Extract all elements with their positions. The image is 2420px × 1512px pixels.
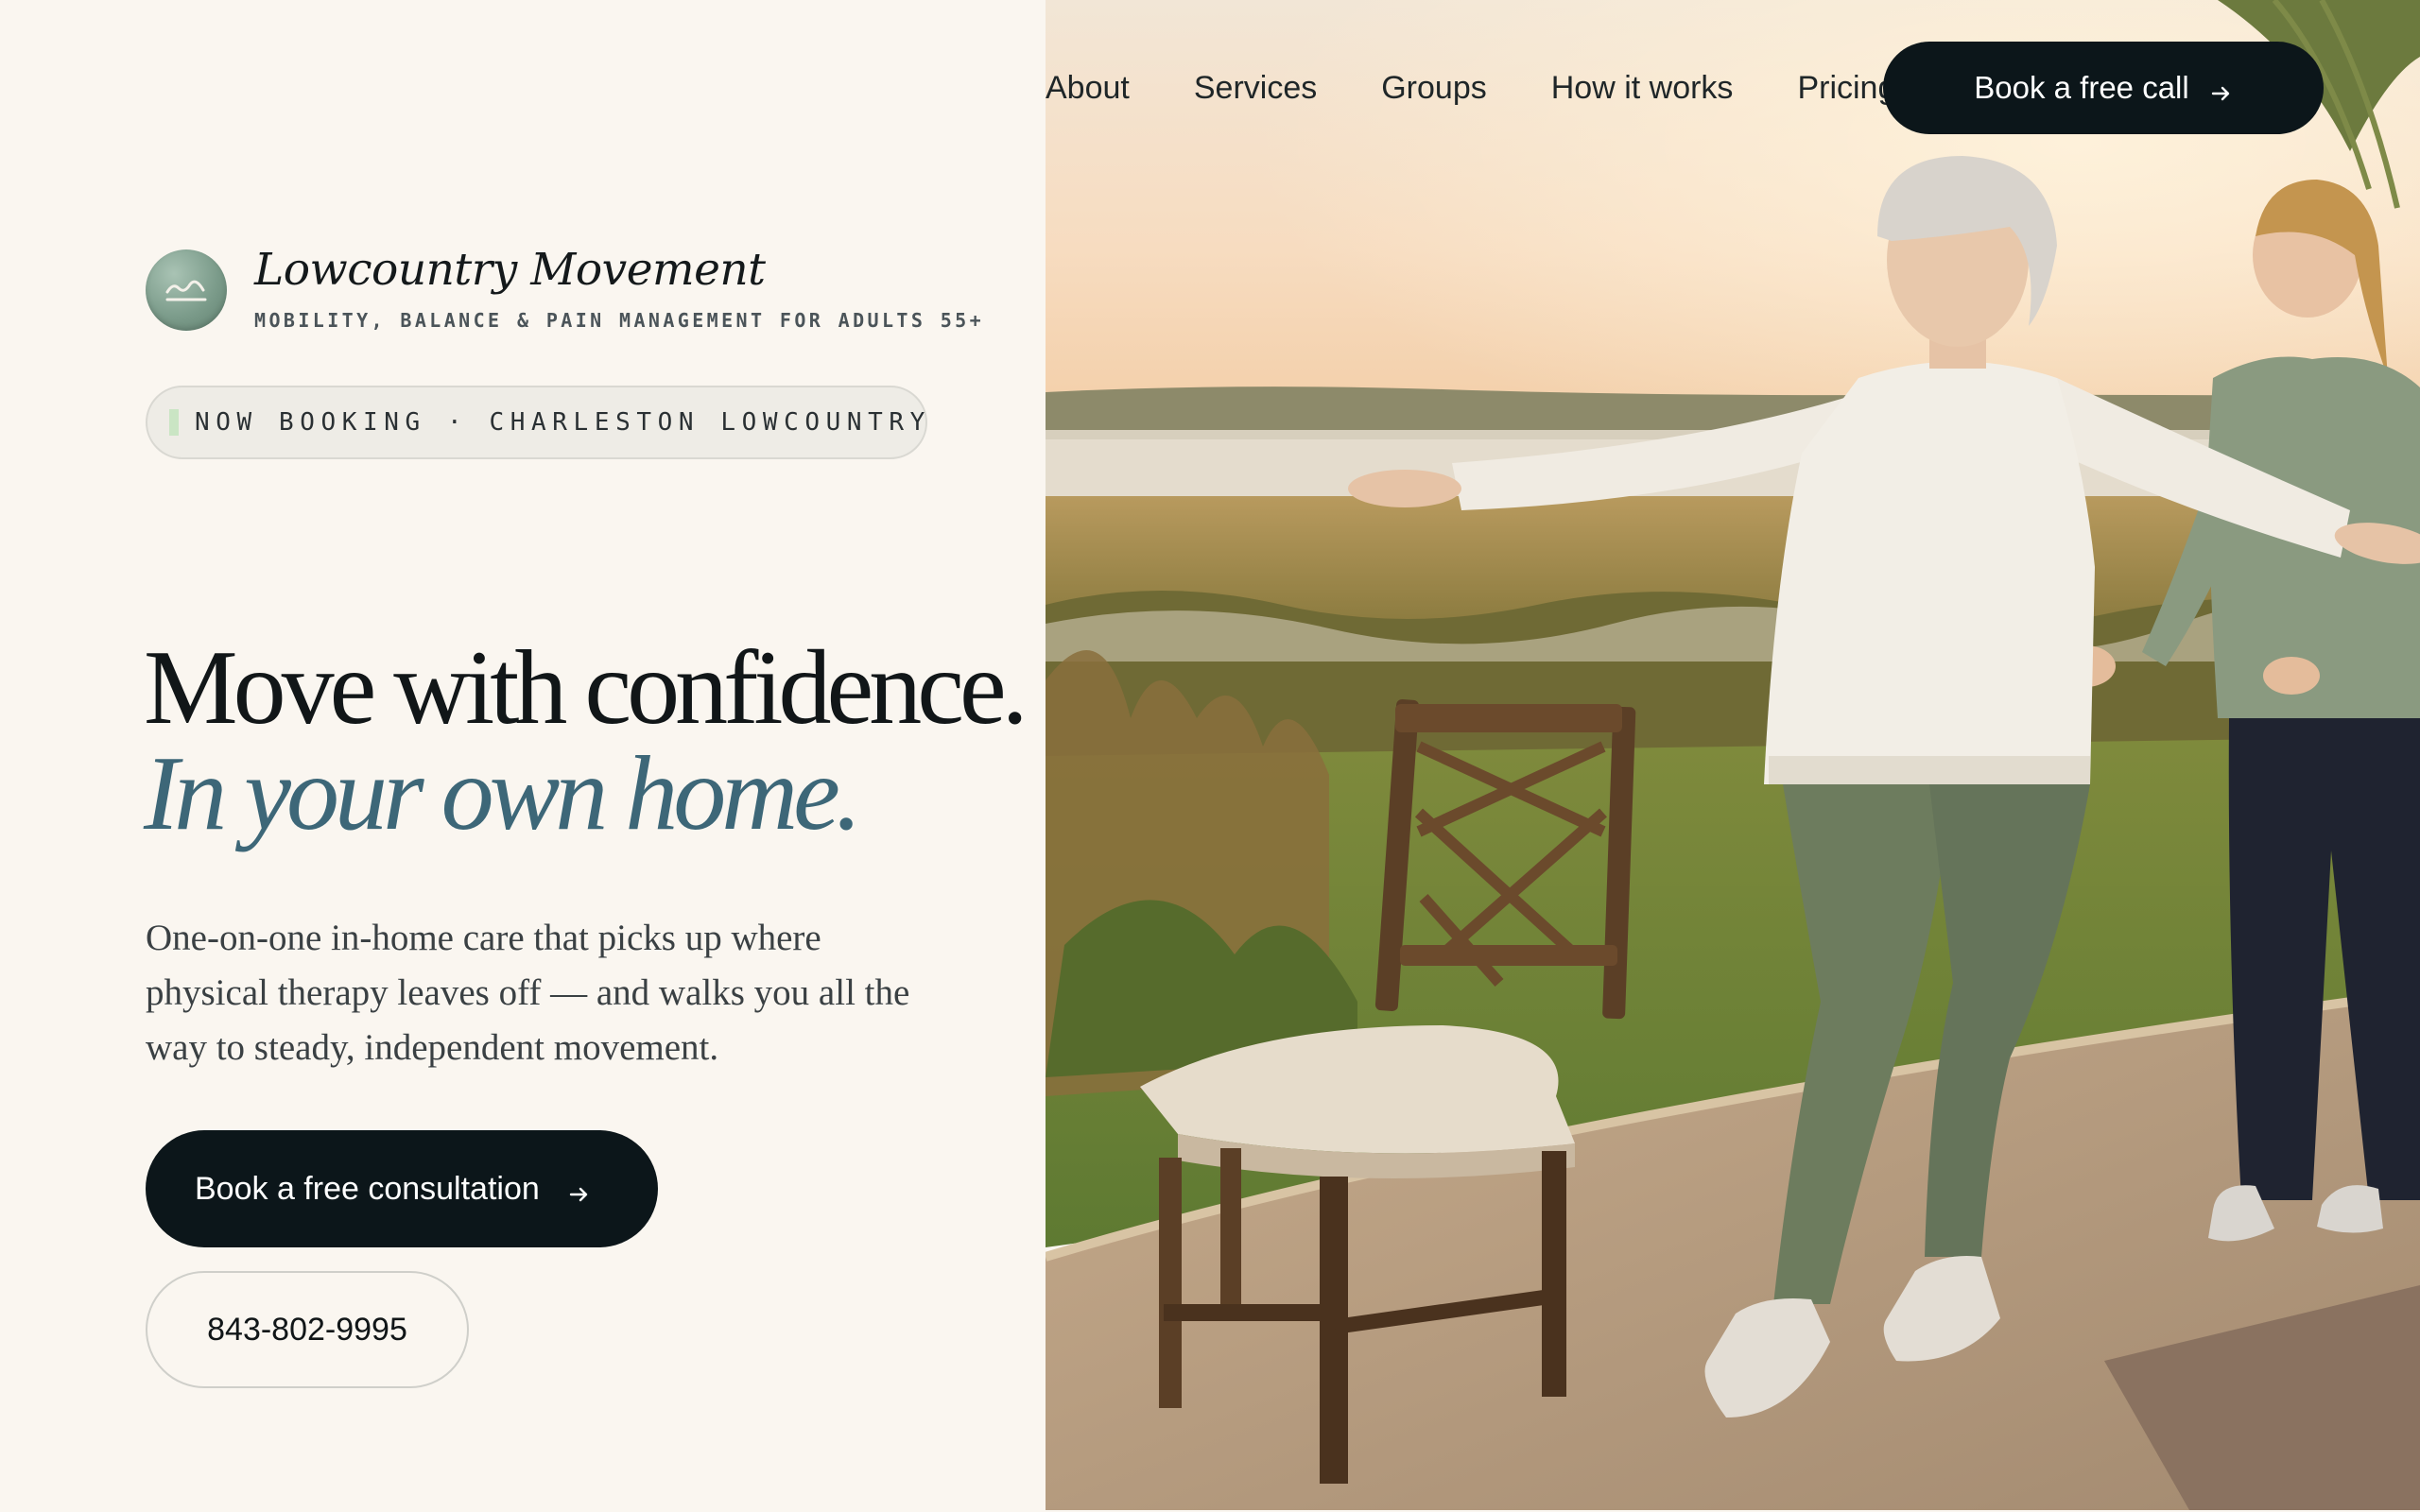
book-free-call-button[interactable]: Book a free call — [1883, 42, 2324, 134]
nav-link-groups[interactable]: Groups — [1381, 70, 1487, 107]
brand-block[interactable]: Lowcountry Movement MOBILITY, BALANCE & … — [146, 248, 984, 332]
hero-lead-text: One-on-one in-home care that picks up wh… — [146, 918, 910, 1068]
headline-line-1: Move with confidence. — [144, 629, 1028, 747]
nav-link-services[interactable]: Services — [1194, 70, 1317, 107]
brand-tagline: MOBILITY, BALANCE & PAIN MANAGEMENT FOR … — [254, 309, 985, 332]
nav-link-about[interactable]: About — [1046, 70, 1130, 107]
nav-link-how-it-works[interactable]: How it works — [1551, 70, 1734, 107]
brand-name: Lowcountry Movement — [254, 244, 766, 296]
horizon-mountain-icon — [146, 249, 227, 331]
hero-headline: Move with confidence. In your own home. — [144, 629, 1028, 852]
hero-image — [1046, 0, 2420, 1510]
status-text: NOW BOOKING · CHARLESTON LOWCOUNTRY — [195, 408, 931, 437]
main-nav: About Services Groups How it works Prici… — [1046, 42, 1960, 134]
arrow-right-icon — [2210, 77, 2233, 101]
book-consultation-button[interactable]: Book a free consultation — [146, 1130, 658, 1247]
phone-button[interactable]: 843-802-9995 — [146, 1271, 469, 1388]
landing-page: About Services Groups How it works Prici… — [0, 0, 2420, 1512]
arrow-right-icon — [568, 1177, 591, 1202]
nav-link-pricing[interactable]: Pricing — [1797, 70, 1895, 107]
status-badge: NOW BOOKING · CHARLESTON LOWCOUNTRY — [146, 386, 927, 459]
brand-text: Lowcountry Movement MOBILITY, BALANCE & … — [254, 248, 984, 332]
book-free-call-label: Book a free call — [1974, 70, 2189, 105]
book-consultation-label: Book a free consultation — [195, 1170, 540, 1207]
headline-line-2: In your own home. — [144, 735, 862, 852]
